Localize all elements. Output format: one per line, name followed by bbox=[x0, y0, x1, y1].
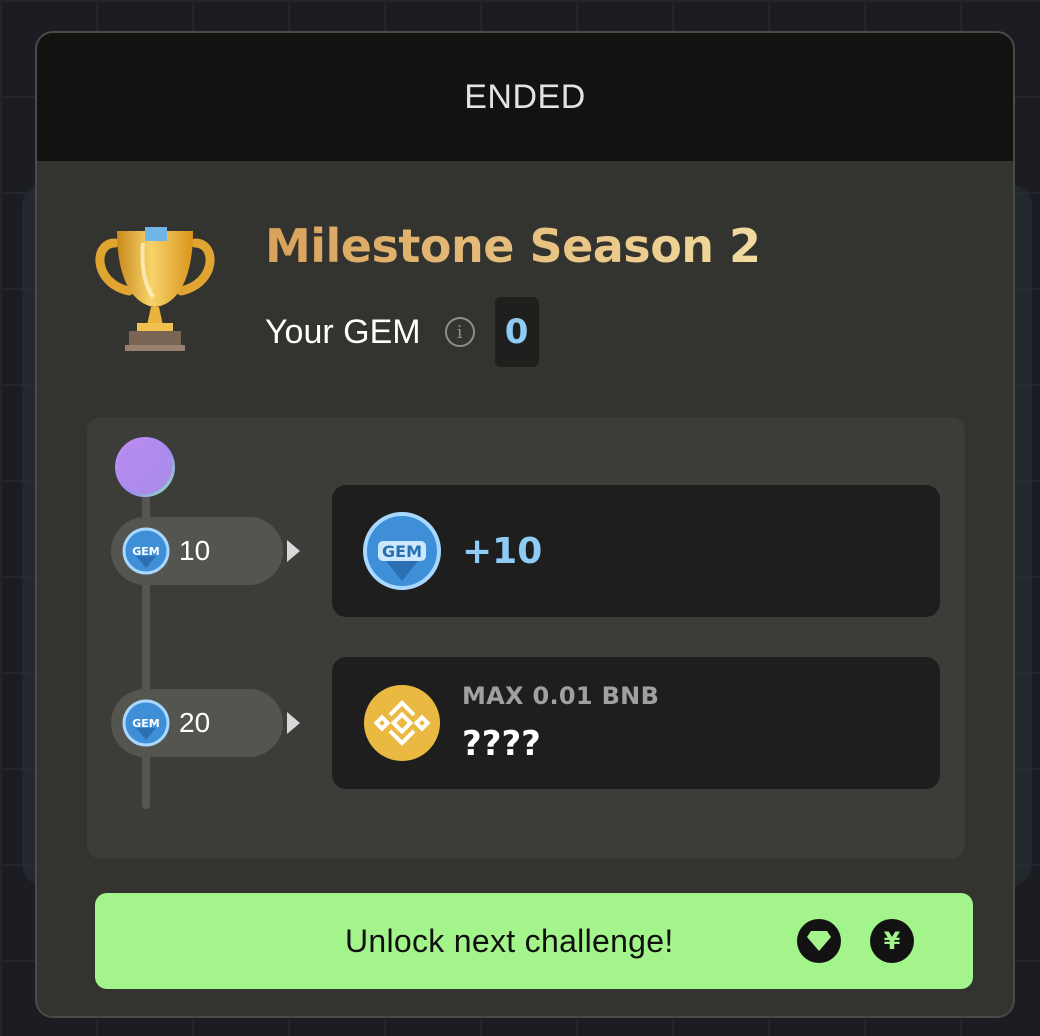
reward-amount: +10 bbox=[462, 530, 543, 572]
gem-balance-row: Your GEM i 0 bbox=[265, 297, 761, 367]
info-icon[interactable]: i bbox=[444, 317, 475, 347]
trophy-icon bbox=[95, 227, 215, 351]
season-header: Milestone Season 2 Your GEM i 0 bbox=[85, 213, 761, 367]
reward-cap: MAX 0.01 BNB bbox=[462, 682, 660, 710]
milestones-panel: GEM 10 GEM +10 GEM 20 MAX 0.01 BNB ???? bbox=[87, 417, 965, 859]
gem-icon: GEM bbox=[363, 512, 441, 590]
svg-text:GEM: GEM bbox=[382, 542, 422, 561]
milestone-threshold-value: 20 bbox=[179, 707, 211, 738]
unlock-next-challenge-button[interactable]: Unlock next challenge! ¥ bbox=[95, 893, 973, 989]
bnb-icon bbox=[364, 685, 440, 761]
gem-balance-label: Your GEM bbox=[265, 312, 421, 351]
diamond-icon bbox=[797, 919, 841, 963]
reward-card-1: GEM +10 bbox=[332, 485, 940, 617]
milestone-modal: ENDED Milestone Season 2 Your GEM i 0 GE… bbox=[35, 31, 1015, 1018]
milestone-threshold-2: GEM 20 bbox=[111, 689, 283, 757]
yuan-icon: ¥ bbox=[870, 919, 914, 963]
svg-text:GEM: GEM bbox=[132, 545, 160, 558]
unlock-button-label: Unlock next challenge! bbox=[345, 923, 674, 959]
milestone-threshold-value: 10 bbox=[179, 535, 211, 566]
status-label: ENDED bbox=[464, 77, 586, 116]
reward-card-2: MAX 0.01 BNB ???? bbox=[332, 657, 940, 789]
modal-header: ENDED bbox=[37, 33, 1013, 161]
season-title: Milestone Season 2 bbox=[265, 219, 761, 273]
reward-text-2: MAX 0.01 BNB ???? bbox=[462, 682, 659, 764]
reward-mystery: ???? bbox=[462, 724, 541, 764]
chevron-right-icon bbox=[287, 540, 300, 562]
milestone-threshold-1: GEM 10 bbox=[111, 517, 283, 585]
season-info: Milestone Season 2 Your GEM i 0 bbox=[265, 219, 761, 367]
gem-icon: GEM bbox=[122, 527, 170, 575]
reward-text-1: +10 bbox=[462, 531, 542, 572]
gem-icon: GEM bbox=[122, 699, 170, 747]
progress-start-marker bbox=[115, 437, 175, 497]
chevron-right-icon bbox=[287, 712, 300, 734]
svg-text:GEM: GEM bbox=[132, 717, 160, 730]
gem-balance-value: 0 bbox=[494, 297, 539, 367]
